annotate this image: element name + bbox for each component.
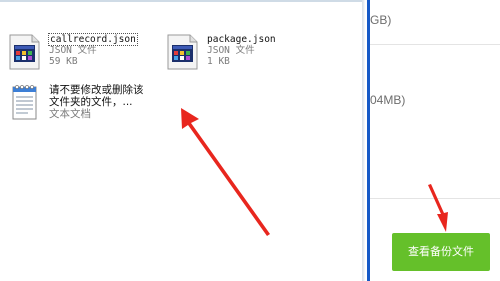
file-type: 文本文档: [49, 108, 91, 120]
json-file-icon: [167, 34, 198, 70]
row-divider: [370, 198, 500, 199]
view-backup-files-button[interactable]: 查看备份文件: [392, 233, 490, 271]
file-type: JSON 文件: [207, 45, 255, 56]
file-info: 请不要修改或删除该 文件夹的文件，... 文本文档: [49, 84, 144, 120]
backup-info-panel: GB) 04MB) 查看备份文件: [370, 0, 500, 281]
file-name-line1: 请不要修改或删除该: [49, 84, 144, 96]
file-size: 59 KB: [49, 56, 78, 67]
file-size: 1 KB: [207, 56, 230, 67]
row-divider: [370, 44, 500, 45]
file-item-callrecord[interactable]: callrecord.json JSON 文件 59 KB: [8, 33, 148, 74]
file-item-readme-text[interactable]: 请不要修改或删除该 文件夹的文件，... 文本文档: [8, 84, 168, 124]
json-file-icon: [9, 34, 40, 70]
file-name: package.json: [207, 34, 276, 45]
file-explorer-pane: callrecord.json JSON 文件 59 KB package.js…: [0, 2, 362, 281]
file-info: package.json JSON 文件 1 KB: [207, 34, 276, 67]
file-type: JSON 文件: [49, 45, 97, 56]
file-name-line2: 文件夹的文件，...: [49, 96, 133, 108]
file-name: callrecord.json: [48, 33, 138, 46]
file-info: callrecord.json JSON 文件 59 KB: [48, 33, 138, 67]
file-item-package[interactable]: package.json JSON 文件 1 KB: [166, 34, 306, 74]
storage-info-text: GB): [370, 13, 392, 27]
panel-divider: [362, 0, 370, 281]
backup-size-text: 04MB): [370, 93, 406, 107]
notepad-file-icon: [12, 85, 37, 120]
